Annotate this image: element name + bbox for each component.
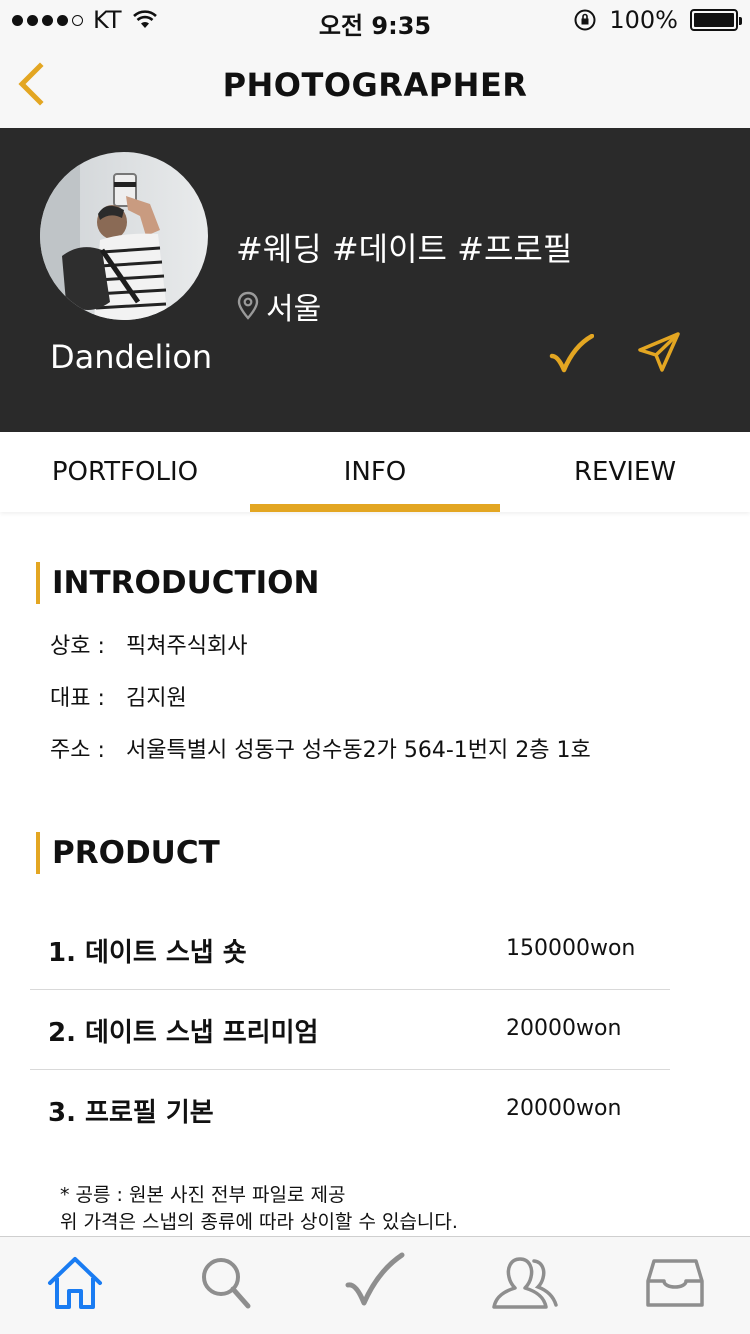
product-name: 2. 데이트 스냅 프리미엄 <box>48 1018 319 1048</box>
battery-level <box>694 13 734 27</box>
product-item[interactable]: 1. 데이트 스냅 숏 150000won <box>30 910 670 990</box>
rotation-lock-icon <box>574 9 596 31</box>
battery-icon <box>690 9 742 31</box>
send-icon[interactable] <box>636 330 682 374</box>
bottom-tab-bar <box>0 1236 750 1334</box>
home-icon[interactable] <box>40 1251 110 1315</box>
product-item[interactable]: 3. 프로필 기본 20000won <box>30 1070 670 1150</box>
check-icon[interactable] <box>548 334 594 376</box>
note-line: * 공릉 : 원본 사진 전부 파일로 제공 <box>60 1184 346 1206</box>
battery-group: 100% <box>573 6 742 34</box>
product-price: 20000won <box>506 1096 622 1121</box>
info-key: 주소 : <box>50 738 105 763</box>
battery-percent: 100% <box>609 6 678 34</box>
product-section: PRODUCT <box>36 832 220 874</box>
nav-bar: PHOTOGRAPHER <box>0 40 750 128</box>
users-icon[interactable] <box>490 1251 560 1315</box>
check-icon[interactable] <box>340 1251 410 1315</box>
hashtag-list: #웨딩 #데이트 #프로필 <box>236 230 573 268</box>
product-item[interactable]: 2. 데이트 스냅 프리미엄 20000won <box>30 990 670 1070</box>
info-row-representative: 대표 : 김지원 <box>50 680 187 712</box>
info-row-address: 주소 : 서울특별시 성동구 성수동2가 564-1번지 2층 1호 <box>50 732 591 764</box>
location-label: 서울 <box>266 292 322 327</box>
product-heading: PRODUCT <box>36 832 220 874</box>
search-icon[interactable] <box>190 1251 260 1315</box>
product-name: 3. 프로필 기본 <box>48 1098 214 1128</box>
info-value: 픽쳐주식회사 <box>126 634 248 659</box>
info-value: 서울특별시 성동구 성수동2가 564-1번지 2층 1호 <box>126 738 591 763</box>
page-title: PHOTOGRAPHER <box>222 66 528 104</box>
product-name: 1. 데이트 스냅 숏 <box>48 938 247 968</box>
tab-portfolio[interactable]: PORTFOLIO <box>0 432 250 512</box>
product-note: * 공릉 : 원본 사진 전부 파일로 제공 위 가격은 스냅의 종류에 따라 … <box>60 1182 458 1236</box>
tab-info[interactable]: INFO <box>250 432 500 512</box>
product-price: 20000won <box>506 1016 622 1041</box>
introduction-heading: INTRODUCTION <box>36 562 319 604</box>
avatar <box>40 152 208 320</box>
location: 서울 <box>236 284 321 328</box>
segment-tabs: PORTFOLIO INFO REVIEW <box>0 432 750 512</box>
location-pin-icon <box>237 291 259 320</box>
profile-header: #웨딩 #데이트 #프로필 서울 Dandelion <box>0 128 750 432</box>
introduction-section: INTRODUCTION <box>36 562 319 604</box>
tab-review[interactable]: REVIEW <box>500 432 750 512</box>
status-bar: KT 오전 9:35 100% <box>0 0 750 40</box>
photographer-name: Dandelion <box>50 338 213 376</box>
info-key: 대표 : <box>50 686 105 711</box>
info-key: 상호 : <box>50 634 105 659</box>
inbox-icon[interactable] <box>640 1251 710 1315</box>
product-price: 150000won <box>506 936 636 961</box>
info-row-company: 상호 : 픽쳐주식회사 <box>50 628 247 660</box>
info-value: 김지원 <box>126 686 187 711</box>
note-line: 위 가격은 스냅의 종류에 따라 상이할 수 있습니다. <box>60 1211 458 1233</box>
